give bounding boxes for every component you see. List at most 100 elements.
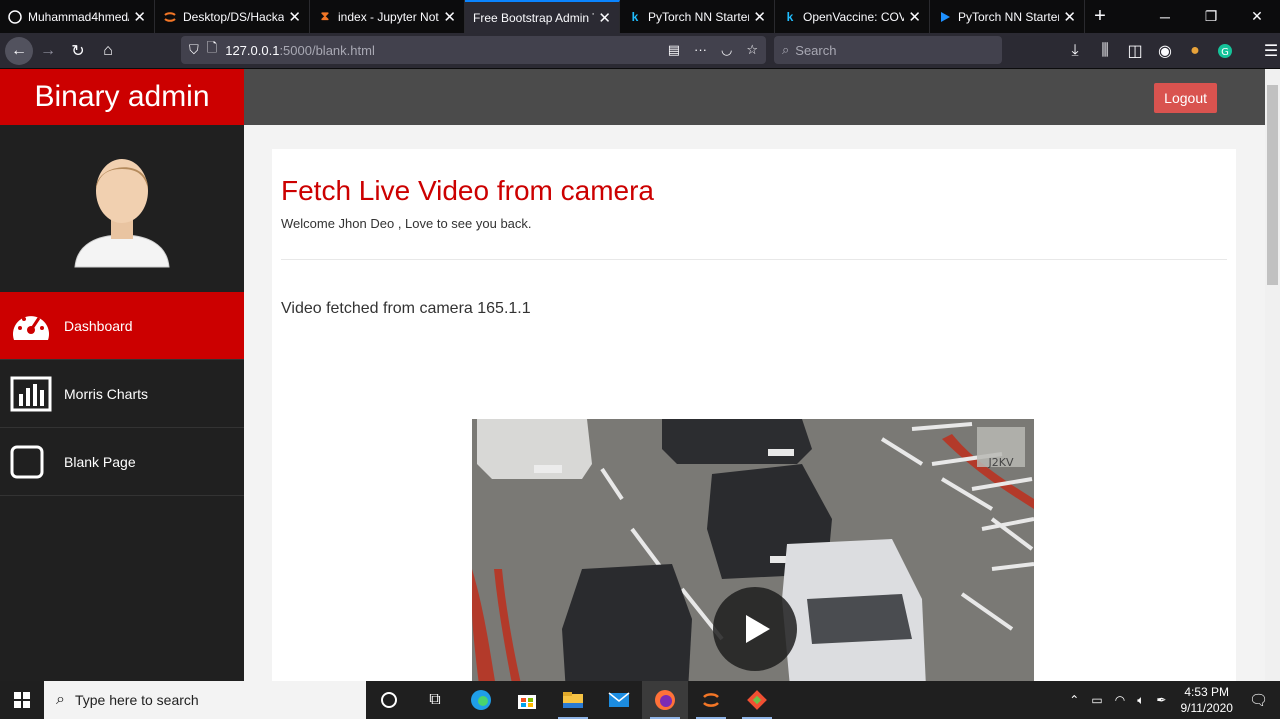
page-subtitle: Welcome Jhon Deo , Love to see you back. <box>281 216 532 231</box>
download-icon[interactable]: ⤓ <box>1060 36 1090 66</box>
tab-label: PyTorch NN Starter <box>958 9 1060 24</box>
library-icon[interactable]: ⫼ <box>1090 36 1120 66</box>
git-icon[interactable] <box>734 681 780 719</box>
bar-chart-icon <box>10 373 52 415</box>
home-icon[interactable]: ⌂ <box>93 36 123 66</box>
tab-label: OpenVaccine: COVIE <box>803 9 904 24</box>
url-path: :5000/blank.html <box>279 42 375 58</box>
brand-title[interactable]: Binary admin <box>0 69 244 125</box>
file-explorer-icon[interactable] <box>550 681 596 719</box>
close-tab-icon[interactable]: ✕ <box>1063 8 1076 26</box>
browser-tab-github[interactable]: Muhammad4hmed/ ✕ <box>0 0 155 33</box>
browser-tab-kaggle-1[interactable]: k PyTorch NN Starter ✕ <box>620 0 775 33</box>
tab-label: PyTorch NN Starter <box>648 9 750 24</box>
close-tab-icon[interactable]: ✕ <box>753 8 766 26</box>
content-panel: Fetch Live Video from camera Welcome Jho… <box>272 149 1236 681</box>
battery-icon[interactable]: ▭ <box>1085 693 1108 707</box>
volume-icon[interactable]: 🔈︎ <box>1131 693 1150 708</box>
browser-tab-jupyter[interactable]: Desktop/DS/Hackath ✕ <box>155 0 310 33</box>
github-icon <box>8 9 22 24</box>
chevron-up-icon[interactable]: ⌃ <box>1063 693 1085 707</box>
sidebar-item-blank-page[interactable]: Blank Page <box>0 428 244 496</box>
video-label: Video fetched from camera 165.1.1 <box>281 300 531 317</box>
logout-button[interactable]: Logout <box>1154 83 1217 113</box>
reader-view-icon[interactable]: ▤ <box>668 42 680 58</box>
wifi-icon[interactable]: ◠ <box>1109 693 1131 707</box>
windows-taskbar: ⌕ Type here to search ⧉ ⌃ ▭ ◠ 🔈︎ ✒︎ 4:53… <box>0 681 1280 719</box>
back-arrow-icon[interactable]: ← <box>5 36 33 65</box>
clock[interactable]: 4:53 PM 9/11/2020 <box>1172 684 1241 716</box>
notifications-icon[interactable]: 🗨︎ <box>1241 691 1280 709</box>
pocket-icon[interactable]: ◡ <box>721 42 732 58</box>
search-icon: ⌕ <box>56 691 65 708</box>
menu-hamburger-icon[interactable]: ☰ <box>1256 36 1280 66</box>
kaggle-icon: k <box>786 9 794 24</box>
hourglass-icon: ⧗ <box>320 9 330 23</box>
restore-icon[interactable]: ❐ <box>1188 0 1234 33</box>
cortana-icon[interactable] <box>366 681 412 719</box>
play-icon <box>938 10 952 24</box>
edge-icon[interactable] <box>458 681 504 719</box>
search-icon: ⌕ <box>782 42 790 57</box>
close-tab-icon[interactable]: ✕ <box>133 8 146 26</box>
windows-start-icon[interactable] <box>0 681 44 719</box>
grammarly-icon[interactable]: G <box>1210 36 1240 66</box>
window-controls: ─ ❐ ✕ <box>1142 0 1280 33</box>
camera-video-player[interactable]: J2KV <box>472 419 1034 681</box>
kaggle-icon: k <box>631 9 639 24</box>
video-watermark: J2KV <box>988 456 1014 469</box>
search-input[interactable]: ⌕ Search <box>774 36 1002 64</box>
clock-date: 9/11/2020 <box>1180 701 1233 715</box>
close-tab-icon[interactable]: ✕ <box>908 8 921 26</box>
store-icon[interactable] <box>504 681 550 719</box>
reload-icon[interactable]: ↻ <box>63 36 93 66</box>
browser-tab-video[interactable]: PyTorch NN Starter ✕ <box>930 0 1085 33</box>
clock-time: 4:53 PM <box>1184 685 1230 699</box>
extension-icon[interactable]: ● <box>1180 36 1210 66</box>
firefox-icon[interactable] <box>642 681 688 719</box>
close-window-icon[interactable]: ✕ <box>1234 0 1280 33</box>
user-avatar-icon <box>74 158 170 267</box>
top-bar: Logout <box>244 69 1265 125</box>
sidebar-toggle-icon[interactable]: ◫ <box>1120 36 1150 66</box>
sidebar-item-morris-charts[interactable]: Morris Charts <box>0 360 244 428</box>
sidebar-item-label: Morris Charts <box>64 385 149 402</box>
scrollbar-thumb[interactable] <box>1267 85 1278 285</box>
task-view-icon[interactable]: ⧉ <box>412 681 458 719</box>
tab-label: Desktop/DS/Hackath <box>183 9 285 24</box>
minimize-icon[interactable]: ─ <box>1142 0 1188 33</box>
sidebar: Binary admin Dashboard Morris Charts Bla… <box>0 69 244 681</box>
divider <box>281 259 1227 260</box>
new-tab-icon[interactable]: + <box>1085 0 1115 33</box>
browser-tab-strip: Muhammad4hmed/ ✕ Desktop/DS/Hackath ✕ ⧗ … <box>0 0 1280 33</box>
system-tray: ⌃ ▭ ◠ 🔈︎ ✒︎ 4:53 PM 9/11/2020 🗨︎ <box>1063 684 1280 716</box>
url-bar[interactable]: ⛉ 🗋 127.0.0.1:5000/blank.html ▤ ··· ◡ ☆ <box>181 36 766 64</box>
sidebar-item-label: Blank Page <box>64 453 136 470</box>
pen-icon[interactable]: ✒︎ <box>1150 693 1172 707</box>
close-tab-icon[interactable]: ✕ <box>443 8 456 26</box>
forward-arrow-icon[interactable]: → <box>33 36 63 66</box>
page-title: Fetch Live Video from camera <box>281 175 654 206</box>
browser-tab-bootstrap-admin[interactable]: Free Bootstrap Admin Te ✕ <box>465 0 620 33</box>
browser-toolbar: ← → ↻ ⌂ ⛉ 🗋 127.0.0.1:5000/blank.html ▤ … <box>0 33 1280 69</box>
sidebar-item-dashboard[interactable]: Dashboard <box>0 292 244 360</box>
tab-label: Free Bootstrap Admin Te <box>473 10 595 25</box>
page-scrollbar[interactable] <box>1265 69 1280 681</box>
toolbar-right: ⤓ ⫼ ◫ ◉ ● G ☰ <box>1060 36 1280 66</box>
close-tab-icon[interactable]: ✕ <box>598 9 611 27</box>
browser-tab-kaggle-2[interactable]: k OpenVaccine: COVIE ✕ <box>775 0 930 33</box>
browser-tab-jupyter-index[interactable]: ⧗ index - Jupyter Note ✕ <box>310 0 465 33</box>
page-actions-icon[interactable]: ··· <box>694 42 707 58</box>
close-tab-icon[interactable]: ✕ <box>288 8 301 26</box>
shield-icon[interactable]: ⛉ <box>189 42 199 58</box>
account-icon[interactable]: ◉ <box>1150 36 1180 66</box>
page-icon: 🗋 <box>206 40 218 55</box>
svg-text:G: G <box>1221 47 1229 58</box>
search-placeholder: Search <box>795 42 837 58</box>
jupyter-icon[interactable] <box>688 681 734 719</box>
taskbar-search-input[interactable]: ⌕ Type here to search <box>44 681 366 719</box>
tab-label: index - Jupyter Note <box>338 9 440 24</box>
traffic-camera-frame: J2KV <box>472 419 1034 681</box>
bookmark-star-icon[interactable]: ☆ <box>746 42 758 58</box>
mail-icon[interactable] <box>596 681 642 719</box>
